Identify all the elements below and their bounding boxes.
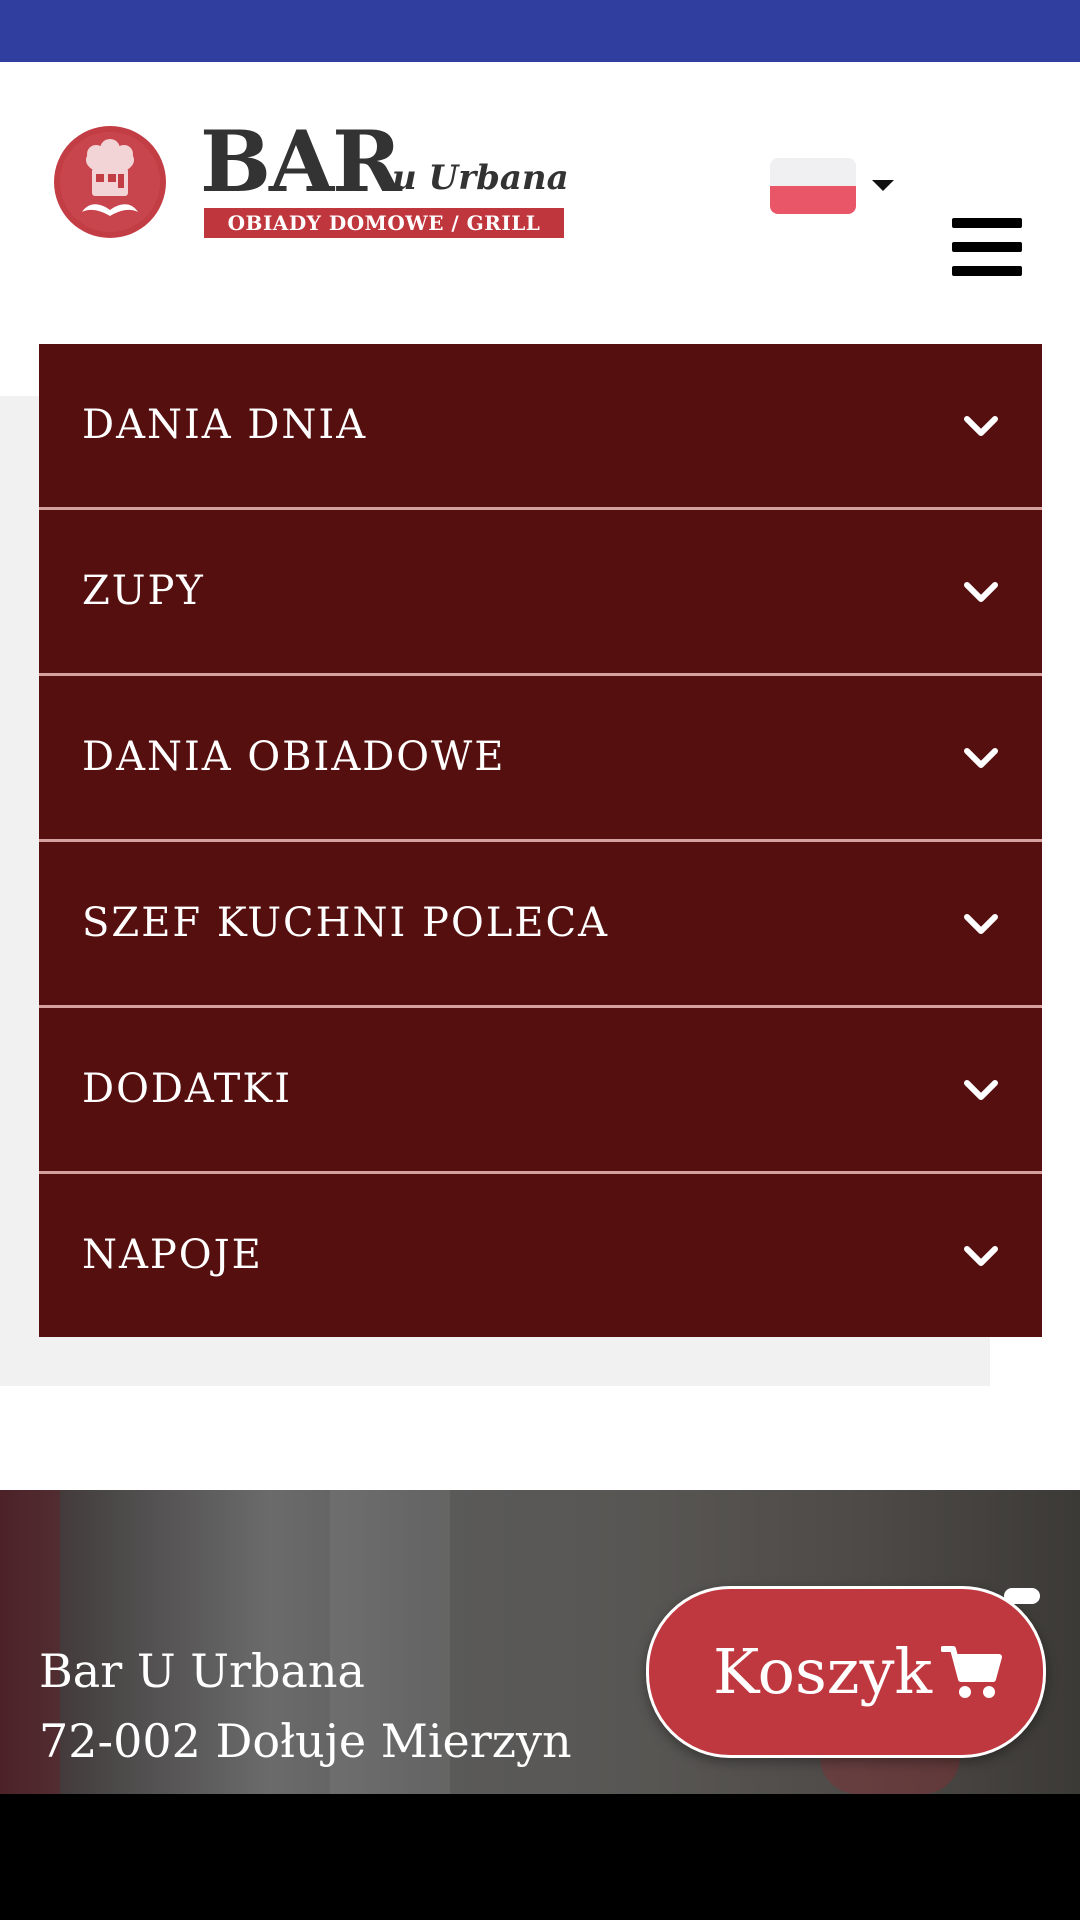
hamburger-line xyxy=(952,242,1022,252)
category-dania-obiadowe[interactable]: DANIA OBIADOWE xyxy=(39,676,1042,842)
category-napoje[interactable]: NAPOJE xyxy=(39,1174,1042,1337)
logo-emblem-icon[interactable] xyxy=(52,124,168,240)
category-label: DANIA DNIA xyxy=(82,402,368,448)
chevron-down-icon xyxy=(964,1080,998,1100)
hamburger-line xyxy=(952,218,1022,228)
category-dania-dnia[interactable]: DANIA DNIA xyxy=(39,344,1042,510)
cart-button[interactable]: Koszyk xyxy=(646,1586,1046,1758)
logo-tagline: OBIADY DOMOWE / GRILL xyxy=(204,208,564,238)
cart-badge xyxy=(1004,1588,1040,1604)
top-color-bar xyxy=(0,0,1080,62)
footer-address: 72-002 Dołuje Mierzyn xyxy=(39,1714,572,1768)
flag-red-stripe xyxy=(770,186,856,214)
chevron-down-icon xyxy=(964,914,998,934)
category-label: SZEF KUCHNI POLECA xyxy=(82,900,609,946)
hamburger-menu-button[interactable] xyxy=(952,218,1022,278)
poland-flag-icon xyxy=(770,158,856,214)
chevron-down-icon xyxy=(964,1246,998,1266)
menu-categories: DANIA DNIA ZUPY DANIA OBIADOWE SZEF KUCH… xyxy=(39,344,1042,1337)
logo-u-urbana-text: u Urbana xyxy=(392,158,569,198)
logo-wordmark[interactable]: BAR u Urbana OBIADY DOMOWE / GRILL xyxy=(200,120,570,250)
category-dodatki[interactable]: DODATKI xyxy=(39,1008,1042,1174)
logo-bar-text: BAR xyxy=(200,112,402,211)
language-switcher[interactable] xyxy=(770,156,896,216)
bottom-navigation-area xyxy=(0,1794,1080,1920)
hamburger-line xyxy=(952,266,1022,276)
category-label: DANIA OBIADOWE xyxy=(82,734,506,780)
category-label: ZUPY xyxy=(82,568,205,614)
site-header: BAR u Urbana OBIADY DOMOWE / GRILL xyxy=(0,62,1080,302)
chevron-down-icon xyxy=(964,582,998,602)
caret-down-icon xyxy=(872,180,894,191)
chevron-down-icon xyxy=(964,416,998,436)
shopping-cart-icon xyxy=(941,1646,1002,1698)
footer-business-name: Bar U Urbana xyxy=(39,1644,365,1698)
category-zupy[interactable]: ZUPY xyxy=(39,510,1042,676)
cart-label: Koszyk xyxy=(713,1635,933,1708)
category-label: NAPOJE xyxy=(82,1232,263,1278)
chevron-down-icon xyxy=(964,748,998,768)
category-label: DODATKI xyxy=(82,1066,292,1112)
flag-white-stripe xyxy=(770,158,856,186)
category-szef-kuchni-poleca[interactable]: SZEF KUCHNI POLECA xyxy=(39,842,1042,1008)
